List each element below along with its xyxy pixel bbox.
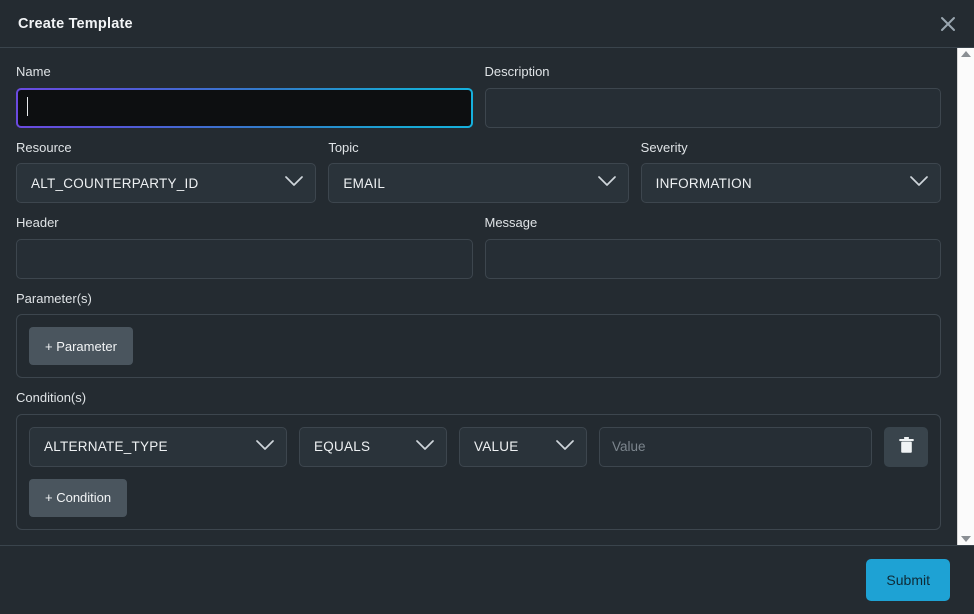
chevron-down-icon	[597, 174, 616, 192]
condition-operator-field: EQUALS	[299, 426, 447, 467]
resource-selected-value: ALT_COUNTERPARTY_ID	[31, 175, 199, 191]
dialog-footer: Submit	[0, 545, 974, 614]
topic-label: Topic	[328, 139, 359, 155]
vertical-scrollbar[interactable]	[957, 48, 974, 545]
condition-operator-value: EQUALS	[314, 439, 371, 455]
field-topic: Topic EMAIL	[328, 139, 629, 204]
row-name-description: Name Description	[16, 64, 941, 128]
field-message: Message	[484, 215, 941, 279]
topic-select[interactable]: EMAIL	[328, 163, 629, 204]
dialog-title: Create Template	[18, 15, 133, 32]
condition-row: ALTERNATE_TYPE EQUALS VALUE Value	[29, 426, 928, 467]
chevron-down-icon	[556, 438, 574, 456]
chevron-down-icon	[910, 174, 928, 192]
message-label: Message	[484, 215, 538, 231]
parameters-label: Parameter(s)	[16, 290, 92, 306]
field-description: Description	[484, 64, 941, 128]
header-input[interactable]	[16, 238, 473, 279]
severity-selected-value: INFORMATION	[655, 175, 752, 191]
header-label: Header	[16, 215, 59, 231]
condition-type-select[interactable]: VALUE	[459, 426, 587, 467]
condition-value-input[interactable]	[599, 426, 872, 467]
dialog-titlebar: Create Template	[0, 0, 974, 48]
description-input[interactable]	[484, 87, 941, 128]
submit-button[interactable]: Submit	[866, 559, 950, 601]
dialog-body-wrap: Name Description Resource ALT_COUNTERPAR	[0, 48, 974, 545]
delete-condition-button[interactable]	[884, 426, 928, 467]
create-template-dialog: Create Template Name Description Resourc…	[0, 0, 974, 614]
close-icon[interactable]	[922, 0, 974, 48]
chevron-down-icon	[285, 174, 304, 192]
topic-selected-value: EMAIL	[343, 175, 386, 191]
message-input[interactable]	[484, 238, 941, 279]
add-condition-button[interactable]: + Condition	[29, 478, 128, 517]
field-severity: Severity INFORMATION	[640, 139, 941, 204]
conditions-panel: ALTERNATE_TYPE EQUALS VALUE Value + Cond…	[16, 413, 941, 530]
description-label: Description	[484, 64, 550, 79]
field-header: Header	[16, 215, 473, 279]
resource-label: Resource	[16, 139, 72, 155]
condition-value-field	[599, 426, 872, 467]
condition-operator-select[interactable]: EQUALS	[299, 426, 447, 467]
severity-label: Severity	[640, 139, 688, 155]
name-input-focus-ring	[16, 87, 473, 128]
scroll-up-arrow-icon[interactable]	[961, 51, 971, 57]
dialog-body: Name Description Resource ALT_COUNTERPAR	[0, 48, 957, 545]
section-conditions: Condition(s) ALTERNATE_TYPE EQUALS VALUE…	[16, 390, 941, 530]
name-label: Name	[16, 64, 51, 79]
resource-select[interactable]: ALT_COUNTERPARTY_ID	[16, 163, 317, 204]
trash-icon	[898, 436, 915, 458]
row-header-message: Header Message	[16, 215, 941, 279]
condition-type-field: VALUE	[459, 426, 587, 467]
chevron-down-icon	[256, 438, 274, 456]
text-caret	[27, 96, 28, 116]
severity-select[interactable]: INFORMATION	[640, 163, 941, 204]
field-name: Name	[16, 64, 473, 128]
condition-attribute-value: ALTERNATE_TYPE	[44, 439, 168, 455]
parameters-panel: + Parameter	[16, 314, 941, 379]
condition-type-value: VALUE	[474, 439, 519, 455]
scroll-down-arrow-icon[interactable]	[961, 536, 971, 542]
add-parameter-button[interactable]: + Parameter	[29, 327, 133, 366]
chevron-down-icon	[416, 438, 434, 456]
conditions-label: Condition(s)	[16, 390, 87, 406]
field-resource: Resource ALT_COUNTERPARTY_ID	[16, 139, 317, 204]
section-parameters: Parameter(s) + Parameter	[16, 291, 941, 379]
row-resource-topic-severity: Resource ALT_COUNTERPARTY_ID Topic EMAIL	[16, 140, 941, 204]
condition-attribute-field: ALTERNATE_TYPE	[29, 426, 287, 467]
condition-attribute-select[interactable]: ALTERNATE_TYPE	[29, 426, 287, 467]
name-input[interactable]	[18, 89, 471, 126]
